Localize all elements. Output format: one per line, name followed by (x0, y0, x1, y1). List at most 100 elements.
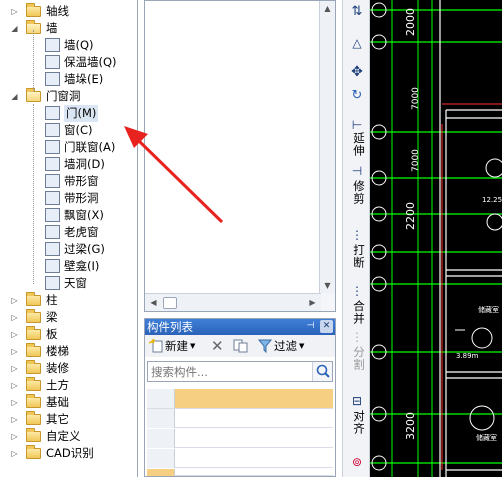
tree-item[interactable]: 墙洞(D) (0, 156, 137, 173)
window-icon (45, 123, 60, 137)
expand-icon[interactable]: ▷ (10, 296, 19, 305)
tree-item[interactable]: 门联窗(A) (0, 139, 137, 156)
search-input[interactable] (151, 363, 311, 380)
table-row[interactable] (147, 449, 333, 468)
tree-item[interactable]: 天窗 (0, 275, 137, 292)
tree-item[interactable]: 墙垛(E) (0, 71, 137, 88)
merge-icon: ⋮ (351, 284, 363, 298)
move-icon[interactable]: ✥ (348, 64, 366, 80)
wall-pier-icon (45, 72, 60, 86)
rotate-icon[interactable]: ↻ (348, 88, 366, 103)
dim-text-7000b: 7000 (411, 149, 421, 172)
expand-icon[interactable]: ▷ (10, 7, 19, 16)
break-button[interactable]: 打断 (351, 244, 367, 269)
table-row[interactable] (147, 429, 333, 448)
tree-folder[interactable]: ▷ 楼梯 (0, 343, 137, 360)
expand-icon[interactable]: ▷ (10, 398, 19, 407)
tree-item-label: 墙(Q) (64, 38, 94, 52)
tree-item-label: 带形窗 (64, 174, 99, 188)
horizontal-scrollbar[interactable]: ◀ ▶ (145, 293, 321, 311)
row-header (147, 409, 175, 428)
tree-item-label: 保温墙(Q) (64, 55, 117, 69)
offset-icon[interactable]: ⊚ (348, 455, 366, 469)
scroll-down-icon[interactable]: ▼ (320, 278, 335, 293)
tree-folder[interactable]: ▷ 装修 (0, 360, 137, 377)
delete-icon[interactable]: ✕ (211, 337, 224, 355)
expand-icon[interactable]: ▷ (10, 432, 19, 441)
tree-item[interactable]: 窗(C) (0, 122, 137, 139)
filter-label: 过滤 (274, 339, 297, 353)
expand-icon[interactable]: ▷ (10, 415, 19, 424)
folder-icon (26, 360, 41, 374)
scroll-thumb[interactable] (163, 297, 177, 309)
lintel-icon (45, 242, 60, 256)
tree-folder[interactable]: ◢ 门窗洞 (0, 88, 137, 105)
tree-item-label: 飘窗(X) (64, 208, 104, 222)
filter-button[interactable]: 过滤 ▼ (258, 338, 304, 354)
copy-icon[interactable] (233, 338, 249, 354)
tree-folder[interactable]: ▷ 基础 (0, 394, 137, 411)
tree-item-label: 其它 (46, 412, 69, 426)
tree-folder[interactable]: ▷ 自定义 (0, 428, 137, 445)
split-button[interactable]: 分割 (351, 346, 367, 371)
tree-item-label: 柱 (46, 293, 58, 307)
align-button[interactable]: 对齐 (351, 410, 367, 435)
mirror-icon[interactable]: △ (348, 36, 366, 50)
tree-item[interactable]: 壁龛(I) (0, 258, 137, 275)
tree-folder[interactable]: ▷ 梁 (0, 309, 137, 326)
tree-item[interactable]: 门(M) (0, 105, 137, 122)
vertical-scrollbar[interactable]: ▲ ▼ (319, 1, 335, 293)
wall-icon (45, 38, 60, 52)
tree-item[interactable]: 墙(Q) (0, 37, 137, 54)
expand-icon[interactable]: ▷ (10, 449, 19, 458)
trim-button[interactable]: 修剪 (351, 180, 367, 205)
tree-folder[interactable]: ▷ 板 (0, 326, 137, 343)
expand-icon[interactable]: ▷ (10, 381, 19, 390)
wall-opening-icon (45, 157, 60, 171)
table-row[interactable] (147, 409, 333, 428)
scroll-right-icon[interactable]: ▶ (305, 295, 320, 310)
expand-icon[interactable]: ▷ (10, 347, 19, 356)
new-button[interactable]: 新建 ▼ (149, 338, 195, 354)
tree-item[interactable]: 带形洞 (0, 190, 137, 207)
tree-folder[interactable]: ▷ 其它 (0, 411, 137, 428)
folder-icon (26, 292, 41, 306)
tree-item[interactable]: 过梁(G) (0, 241, 137, 258)
search-button[interactable] (312, 362, 332, 381)
folder-icon (26, 428, 41, 442)
row-header (147, 429, 175, 448)
search-icon (316, 364, 330, 378)
grid-header (175, 389, 333, 408)
collapse-icon[interactable]: ◢ (10, 92, 19, 101)
stretch-icon[interactable]: ⇅ (348, 4, 366, 19)
folder-icon (26, 445, 41, 459)
component-list-toolbar: 新建 ▼ ✕ 过滤 ▼ (145, 335, 335, 357)
tree-folder[interactable]: ▷ 土方 (0, 377, 137, 394)
expand-icon[interactable]: ▷ (10, 330, 19, 339)
tree-item[interactable]: 保温墙(Q) (0, 54, 137, 71)
close-icon[interactable]: ✕ (320, 320, 333, 333)
scroll-up-icon[interactable]: ▲ (320, 1, 335, 16)
extend-button[interactable]: 延伸 (351, 132, 367, 157)
tree-item-label: 门联窗(A) (64, 140, 116, 154)
merge-button[interactable]: 合并 (351, 300, 367, 325)
collapse-icon[interactable]: ◢ (10, 24, 19, 33)
expand-icon[interactable]: ▷ (10, 313, 19, 322)
tree-item[interactable]: 飘窗(X) (0, 207, 137, 224)
tree-folder[interactable]: ▷ 轴线 (0, 3, 137, 20)
tree-item[interactable]: 老虎窗 (0, 224, 137, 241)
pin-icon[interactable]: ⊣ (304, 320, 317, 333)
expand-icon[interactable]: ▷ (10, 364, 19, 373)
tree-item-label: 门窗洞 (46, 89, 81, 103)
tree-folder[interactable]: ▷ CAD识别 (0, 445, 137, 462)
table-row[interactable] (147, 469, 333, 476)
tree-item[interactable]: 带形窗 (0, 173, 137, 190)
component-list-panel: 构件列表 ⊣ ✕ 新建 ▼ ✕ 过滤 ▼ (144, 318, 336, 477)
new-label: 新建 (165, 339, 188, 353)
scroll-left-icon[interactable]: ◀ (146, 295, 161, 310)
tree-folder[interactable]: ◢ 墙 (0, 20, 137, 37)
axis-bubbles (371, 2, 387, 471)
tree-folder[interactable]: ▷ 柱 (0, 292, 137, 309)
cad-canvas[interactable]: 2000 7000 2200 7000 3200 12.25 3.89m 储藏室… (370, 0, 502, 477)
tree-guide-line (33, 104, 34, 284)
